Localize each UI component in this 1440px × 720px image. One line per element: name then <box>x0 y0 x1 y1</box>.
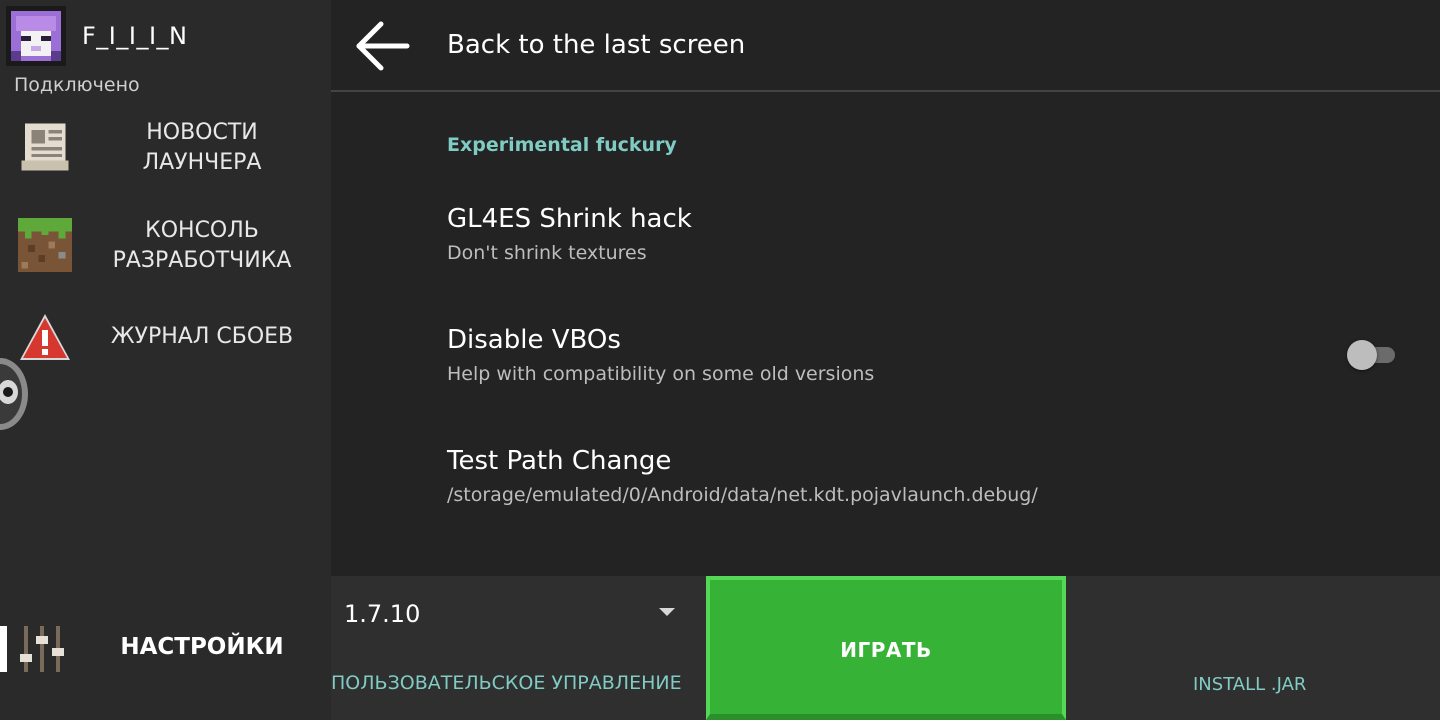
top-app-bar: Back to the last screen <box>331 0 1440 92</box>
pref-summary: /storage/emulated/0/Android/data/net.kdt… <box>447 484 1038 506</box>
switch-thumb <box>1347 340 1377 370</box>
pref-title: Test Path Change <box>447 446 672 476</box>
sidebar-item-label: НОВОСТИ <box>146 120 258 145</box>
pref-disable-vbos[interactable]: Disable VBOs Help with compatibility on … <box>447 325 1407 385</box>
sliders-icon <box>20 626 64 672</box>
sidebar-item-label: РАЗРАБОТЧИКА <box>112 248 292 273</box>
page-title: Back to the last screen <box>447 30 746 60</box>
custom-controls-button[interactable]: ПОЛЬЗОВАТЕЛЬСКОЕ УПРАВЛЕНИЕ <box>331 672 682 694</box>
sidebar-item-label: ЛАУНЧЕРА <box>142 150 262 175</box>
play-button[interactable]: ИГРАТЬ <box>706 576 1066 720</box>
sidebar-item-news[interactable]: НОВОСТИ ЛАУНЧЕРА <box>0 118 331 184</box>
pref-summary: Help with compatibility on some old vers… <box>447 363 875 385</box>
sidebar-item-label: КОНСОЛЬ <box>145 218 259 243</box>
pref-title: GL4ES Shrink hack <box>447 204 692 234</box>
connection-status: Подключено <box>14 74 140 96</box>
sidebar-item-label: ЖУРНАЛ СБОЕВ <box>110 324 294 349</box>
caret-down-icon <box>659 608 675 616</box>
grass-block-icon <box>18 218 72 272</box>
sidebar: F_I_I_I_N Подключено НОВОСТИ ЛАУНЧЕРА КО… <box>0 0 331 720</box>
disable-vbos-switch[interactable] <box>1347 340 1397 370</box>
sidebar-item-label: НАСТРОЙКИ <box>120 634 284 660</box>
settings-panel: Back to the last screen Experimental fuc… <box>331 0 1440 576</box>
pref-gl4es-shrink-hack[interactable]: GL4ES Shrink hack Don't shrink textures <box>447 204 1407 264</box>
sidebar-item-crash-log[interactable]: ЖУРНАЛ СБОЕВ <box>0 310 331 366</box>
mascot-icon <box>0 358 28 430</box>
play-button-label: ИГРАТЬ <box>840 638 932 662</box>
username: F_I_I_I_N <box>82 22 188 50</box>
selected-version: 1.7.10 <box>344 600 421 628</box>
pref-title: Disable VBOs <box>447 325 621 355</box>
pref-summary: Don't shrink textures <box>447 242 647 264</box>
sidebar-item-dev-console[interactable]: КОНСОЛЬ РАЗРАБОТЧИКА <box>0 216 331 282</box>
version-dropdown[interactable]: 1.7.10 <box>331 576 705 650</box>
sidebar-item-settings[interactable]: НАСТРОЙКИ <box>0 622 331 676</box>
profile-header[interactable]: F_I_I_I_N Подключено <box>0 0 331 100</box>
pref-test-path-change[interactable]: Test Path Change /storage/emulated/0/And… <box>447 446 1407 506</box>
avatar <box>6 6 66 66</box>
selected-indicator <box>0 626 7 672</box>
preference-category: Experimental fuckury <box>447 134 677 156</box>
install-jar-button[interactable]: INSTALL .JAR <box>1193 674 1306 695</box>
news-icon <box>21 123 69 171</box>
back-arrow-icon[interactable] <box>353 18 413 74</box>
bottom-bar: 1.7.10 ПОЛЬЗОВАТЕЛЬСКОЕ УПРАВЛЕНИЕ ИГРАТ… <box>331 576 1440 720</box>
